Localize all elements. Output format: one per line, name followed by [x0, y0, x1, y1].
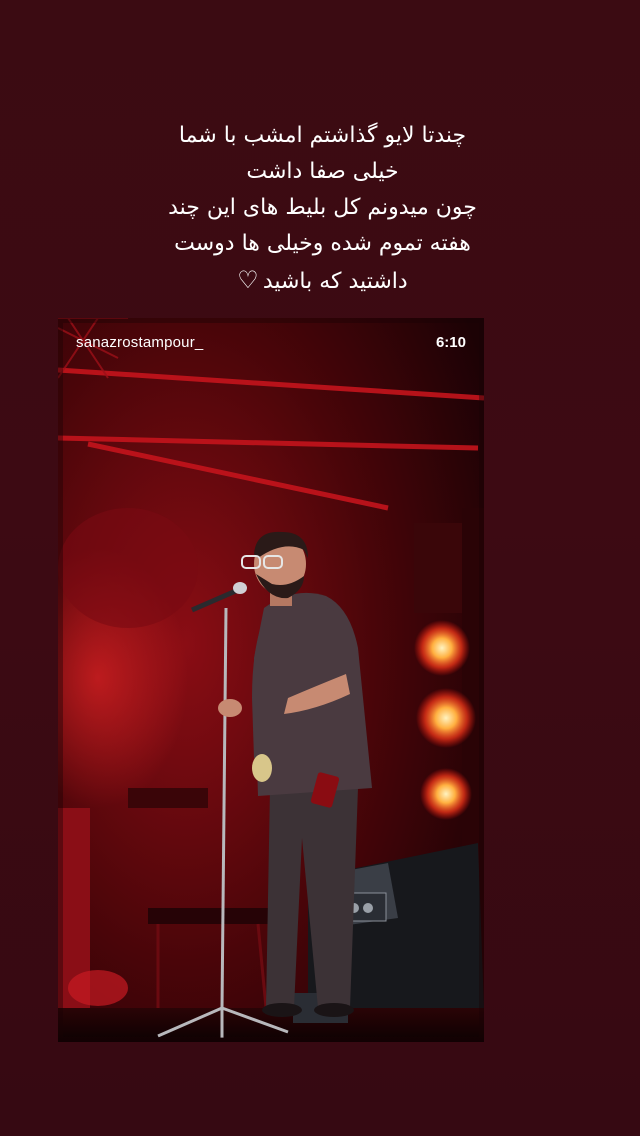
video-timestamp: 6:10: [435, 334, 466, 351]
caption-line-1: چندتا لایو گذاشتم امشب با شما: [178, 123, 467, 148]
video-username[interactable]: sanazrostampour_: [76, 334, 203, 351]
caption-line-3: چون میدونم کل بلیط های این چند: [168, 195, 477, 220]
story-caption: چندتا لایو گذاشتم امشب با شما خیلی صفا د…: [60, 118, 585, 300]
white-heart-icon: ♡: [237, 266, 259, 294]
caption-line-4: هفته تموم شده وخیلی ها دوست: [174, 231, 471, 256]
stage-light-2: [416, 688, 476, 748]
caption-line-2: خیلی صفا داشت: [246, 159, 399, 184]
caption-line-5: داشتید که باشید: [262, 269, 408, 294]
story-screen: چندتا لایو گذاشتم امشب با شما خیلی صفا د…: [0, 0, 640, 1136]
concert-video-frame[interactable]: sanazrostampour_ 6:10: [58, 318, 484, 1042]
stage-light-3: [420, 768, 472, 820]
caption-line-5-wrap: داشتید که باشید♡: [60, 262, 585, 300]
stage-light-1: [414, 620, 470, 676]
concert-stage-image: [58, 318, 484, 1042]
